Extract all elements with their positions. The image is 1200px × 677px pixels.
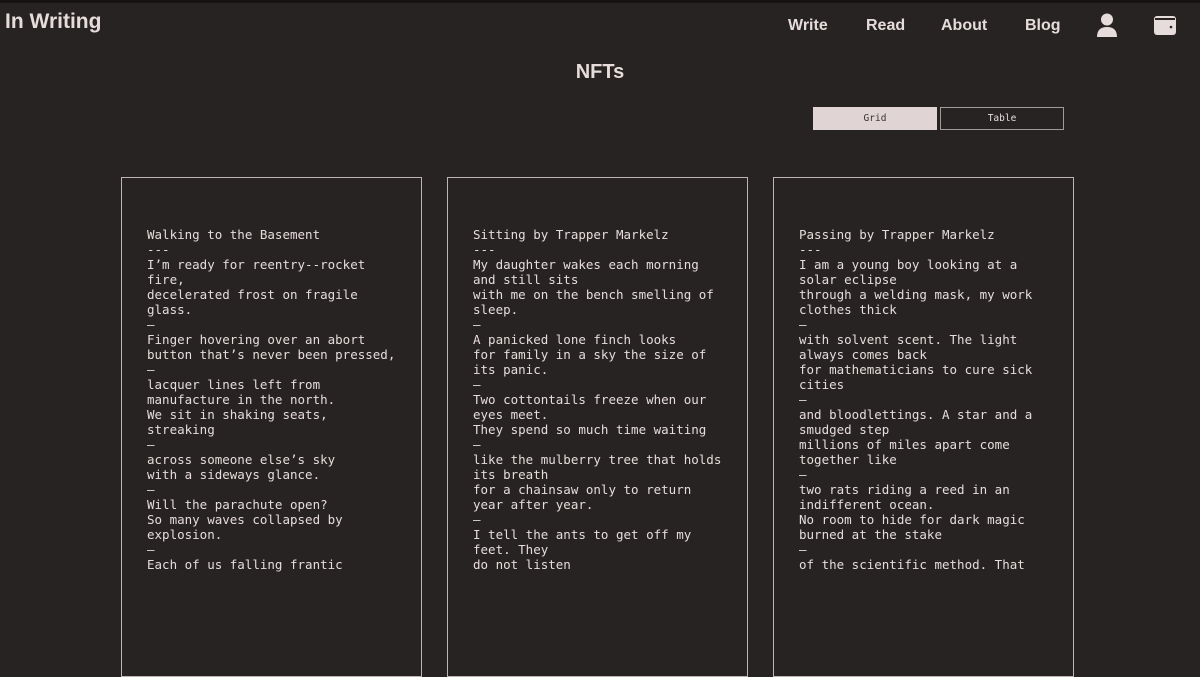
grid-view-button[interactable]: Grid [813, 107, 937, 130]
poem-line: Each of us falling frantic [147, 557, 343, 572]
poem-line: They spend so much time waiting [473, 422, 707, 437]
poem-line: with me on the bench smelling of sleep. [473, 287, 722, 317]
stanza-separator: – [799, 317, 807, 332]
poem-line: A panicked lone finch looks [473, 332, 677, 347]
nav-about[interactable]: About [941, 17, 987, 35]
stanza-separator: – [473, 317, 481, 332]
page-title: NFTs [575, 61, 625, 83]
stanza-separator: – [147, 542, 155, 557]
poem-line: for family in a sky the size of its pani… [473, 347, 714, 377]
wallet-icon[interactable] [1153, 14, 1177, 36]
poem-line: Finger hovering over an abort [147, 332, 366, 347]
stanza-separator: – [799, 467, 807, 482]
poem-text: Sitting by Trapper Markelz --- My daughter… [473, 227, 725, 572]
poem-line: I’m ready for reentry--rocket fire, [147, 257, 373, 287]
poem-line: of the scientific method. That [799, 557, 1025, 572]
poem-line: through a welding mask, my work clothes … [799, 287, 1040, 317]
poem-line: two rats riding a reed in an indifferent… [799, 482, 1018, 512]
poem-line: My daughter wakes each morning and still… [473, 257, 707, 287]
stanza-separator: – [473, 437, 481, 452]
poem-line: lacquer lines left from [147, 377, 321, 392]
stanza-separator: --- [147, 242, 170, 257]
poem-line: decelerated frost on fragile glass. [147, 287, 366, 317]
poem-line: We sit in shaking seats, streaking [147, 407, 336, 437]
poem-line: button that’s never been pressed, [147, 347, 396, 362]
poem-line: like the mulberry tree that holds its br… [473, 452, 729, 482]
poem-line: for a chainsaw only to return year after… [473, 482, 699, 512]
poem-text: Walking to the Basement --- I’m ready for … [147, 227, 399, 572]
poem-line: do not listen [473, 557, 571, 572]
poem-line: and bloodlettings. A star and a smudged … [799, 407, 1040, 437]
stanza-separator: – [799, 542, 807, 557]
stanza-separator: --- [473, 242, 496, 257]
nav-read[interactable]: Read [866, 17, 905, 35]
user-icon[interactable] [1096, 13, 1118, 38]
poem-text: Passing by Trapper Markelz --- I am a youn… [799, 227, 1051, 572]
poem-title: Passing by Trapper Markelz [799, 227, 995, 242]
poem-title: Sitting by Trapper Markelz [473, 227, 669, 242]
poem-line: So many waves collapsed by explosion. [147, 512, 351, 542]
brand-logo[interactable]: In Writing [5, 10, 101, 34]
poem-line: I am a young boy looking at a solar ecli… [799, 257, 1025, 287]
nft-card[interactable]: Walking to the Basement --- I’m ready for … [121, 177, 422, 677]
nav-write[interactable]: Write [788, 17, 828, 35]
stanza-separator: – [147, 437, 155, 452]
stanza-separator: – [147, 362, 155, 377]
poem-line: No room to hide for dark magic burned at… [799, 512, 1033, 542]
stanza-separator: – [473, 512, 481, 527]
poem-title: Walking to the Basement [147, 227, 321, 242]
table-view-button[interactable]: Table [940, 107, 1064, 130]
poem-line: manufacture in the north. [147, 392, 336, 407]
poem-line: millions of miles apart come together li… [799, 437, 1018, 467]
nav-blog[interactable]: Blog [1025, 17, 1061, 35]
poem-line: Will the parachute open? [147, 497, 328, 512]
poem-line: across someone else’s sky [147, 452, 336, 467]
nft-card[interactable]: Passing by Trapper Markelz --- I am a youn… [773, 177, 1074, 677]
stanza-separator: – [799, 392, 807, 407]
stanza-separator: – [147, 317, 155, 332]
poem-line: I tell the ants to get off my feet. They [473, 527, 699, 557]
stanza-separator: – [147, 482, 155, 497]
poem-line: with a sideways glance. [147, 467, 321, 482]
poem-line: Two cottontails freeze when our eyes mee… [473, 392, 714, 422]
stanza-separator: --- [799, 242, 822, 257]
stanza-separator: – [473, 377, 481, 392]
poem-line: for mathematicians to cure sick cities [799, 362, 1040, 392]
poem-line: with solvent scent. The light always com… [799, 332, 1025, 362]
nft-card[interactable]: Sitting by Trapper Markelz --- My daughter… [447, 177, 748, 677]
